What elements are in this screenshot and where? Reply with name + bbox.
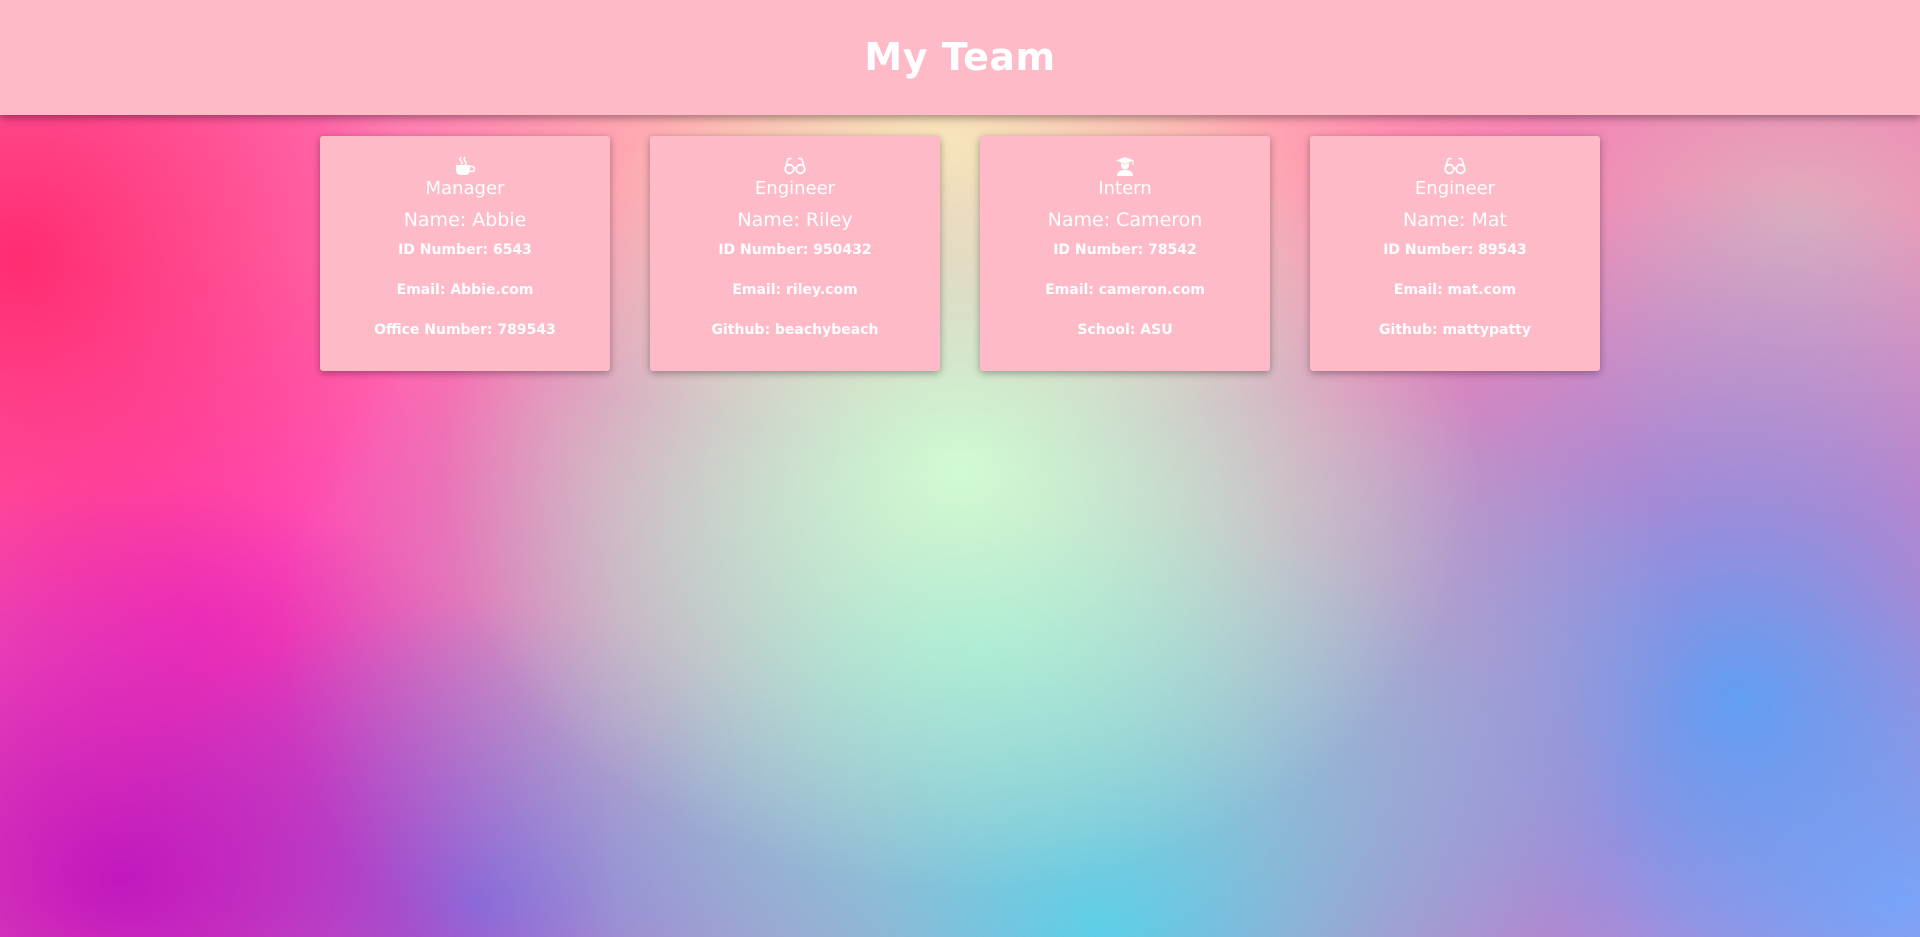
employee-id: ID Number: 6543 — [398, 242, 532, 258]
employee-role: Intern — [1098, 178, 1152, 199]
employee-email: Email: mat.com — [1393, 282, 1517, 298]
coffee-icon — [453, 155, 477, 177]
employee-role: Engineer — [754, 178, 836, 199]
employee-id: ID Number: 89543 — [1383, 242, 1527, 258]
employee-name: Name: Riley — [737, 209, 853, 231]
employee-github: Github: beachybeach — [711, 322, 879, 338]
employee-card-engineer: Engineer Name: Riley ID Number: 950432 E… — [650, 136, 940, 371]
employee-role: Engineer — [1414, 178, 1496, 199]
employee-id: ID Number: 950432 — [718, 242, 872, 258]
employee-school: School: ASU — [1077, 322, 1173, 338]
employee-name: Name: Mat — [1403, 209, 1507, 231]
graduate-icon — [1113, 155, 1137, 177]
employee-id: ID Number: 78542 — [1053, 242, 1197, 258]
employee-role: Manager — [425, 178, 505, 199]
employee-card-intern: Intern Name: Cameron ID Number: 78542 Em… — [980, 136, 1270, 371]
glasses-icon — [783, 155, 807, 177]
employee-email: Email: Abbie.com — [396, 282, 534, 298]
employee-name: Name: Cameron — [1047, 209, 1203, 231]
team-cards: Manager Name: Abbie ID Number: 6543 Emai… — [320, 136, 1600, 371]
employee-email: Email: cameron.com — [1045, 282, 1205, 298]
glasses-icon — [1443, 155, 1467, 177]
employee-card-engineer: Engineer Name: Mat ID Number: 89543 Emai… — [1310, 136, 1600, 371]
employee-github: Github: mattypatty — [1379, 322, 1531, 338]
employee-name: Name: Abbie — [403, 209, 527, 231]
employee-card-manager: Manager Name: Abbie ID Number: 6543 Emai… — [320, 136, 610, 371]
employee-email: Email: riley.com — [732, 282, 858, 298]
page-title: My Team — [864, 34, 1056, 79]
page-header: My Team — [0, 0, 1920, 115]
employee-office-number: Office Number: 789543 — [374, 322, 556, 338]
